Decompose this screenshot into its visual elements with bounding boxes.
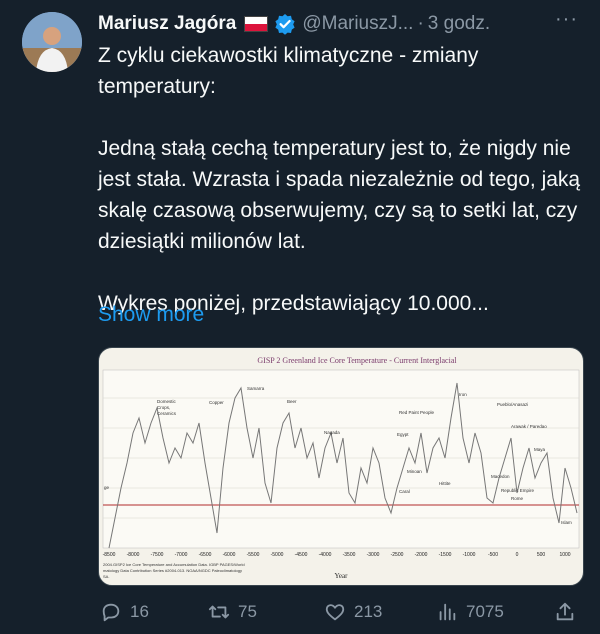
annotation-samarra: Samarra xyxy=(247,386,265,391)
annotation-iron: Iron xyxy=(459,392,467,397)
heart-icon xyxy=(325,604,345,621)
timestamp[interactable]: 3 godz. xyxy=(428,13,490,35)
x-tick: 0 xyxy=(516,552,519,558)
left-axis-label: ge xyxy=(104,485,110,490)
x-tick: -8000 xyxy=(127,552,140,558)
share-button[interactable] xyxy=(554,601,584,623)
poland-flag-icon xyxy=(244,16,269,32)
x-tick: -1500 xyxy=(439,552,452,558)
avatar[interactable] xyxy=(22,12,82,72)
separator-dot: · xyxy=(417,13,424,34)
annotation-rome: Rome xyxy=(511,496,524,501)
verified-badge-icon xyxy=(275,14,295,35)
annotation-republic-empire: Republic Empire xyxy=(501,488,535,493)
x-tick: 1000 xyxy=(559,552,570,558)
annotation-copper: Copper xyxy=(209,400,224,405)
x-tick: -2000 xyxy=(415,552,428,558)
x-tick: -1000 xyxy=(463,552,476,558)
annotation-red-paint-people: Red Paint People xyxy=(399,410,435,415)
annotation-caral: Caral xyxy=(399,489,410,494)
like-button[interactable]: 213 xyxy=(324,601,382,623)
x-axis-title: Year xyxy=(335,572,349,580)
annotation-macedon: Macedon xyxy=(491,474,510,479)
x-tick: -4000 xyxy=(319,552,332,558)
x-tick: -4500 xyxy=(295,552,308,558)
x-tick: -2500 xyxy=(391,552,404,558)
annotation-naqada: Naqada xyxy=(324,430,340,435)
show-more-link[interactable]: Show more xyxy=(98,303,204,327)
annotation-crops: Crops, xyxy=(157,405,170,410)
tweet-header: Mariusz Jagóra @MariuszJ... · 3 godz. xyxy=(98,10,582,38)
reply-count: 16 xyxy=(130,602,149,621)
x-tick: -6000 xyxy=(223,552,236,558)
tweet-actions: 16 75 213 7075 xyxy=(98,596,586,628)
annotation-minoan: Minoan xyxy=(407,469,422,474)
annotation-ceramics: Ceramics xyxy=(157,411,177,416)
views-button[interactable]: 7075 xyxy=(436,601,504,623)
tweet-text: Z cyklu ciekawostki klimatyczne - zmiany… xyxy=(98,40,583,319)
tweet-image[interactable]: GISP 2 Greenland Ice Core Temperature - … xyxy=(98,347,584,586)
x-tick: -7000 xyxy=(175,552,188,558)
chart-title: GISP 2 Greenland Ice Core Temperature - … xyxy=(257,356,457,365)
view-count: 7075 xyxy=(466,602,504,621)
x-tick: 500 xyxy=(537,552,546,558)
annotation-domestic: Domestic xyxy=(157,399,177,404)
x-tick: -8500 xyxy=(103,552,116,558)
x-tick: -3000 xyxy=(367,552,380,558)
more-options-button[interactable]: ··· xyxy=(555,8,578,31)
x-tick: -5000 xyxy=(271,552,284,558)
reply-button[interactable]: 16 xyxy=(100,601,149,623)
retweet-button[interactable]: 75 xyxy=(208,601,257,623)
author-name[interactable]: Mariusz Jagóra xyxy=(98,13,236,35)
reply-icon xyxy=(102,603,120,622)
tweet-paragraph-1: Z cyklu ciekawostki klimatyczne - zmiany… xyxy=(98,44,479,98)
analytics-icon xyxy=(439,603,456,621)
x-tick: -7500 xyxy=(151,552,164,558)
x-tick: -500 xyxy=(488,552,498,558)
source-line-2: matology Data Contribution Series #2004-… xyxy=(103,568,242,573)
x-tick: -5500 xyxy=(247,552,260,558)
annotation-arawak: Arawak / Paredao xyxy=(511,424,547,429)
annotation-hittite: Hittite xyxy=(439,481,451,486)
annotation-beer: Beer xyxy=(287,399,297,404)
x-tick: -6500 xyxy=(199,552,212,558)
x-tick: -3500 xyxy=(343,552,356,558)
source-line-1: 2004.GISP2 Ice Core Temperature and Accu… xyxy=(103,562,245,567)
source-line-3: SA. xyxy=(103,574,109,579)
retweet-count: 75 xyxy=(238,602,257,621)
retweet-icon xyxy=(208,605,230,619)
x-axis-ticks: -8500 -8000 -7500 -7000 -6500 -6000 -550… xyxy=(103,552,571,558)
author-handle[interactable]: @MariuszJ... xyxy=(302,13,413,35)
annotation-pueblo: Pueblo/Anasazi xyxy=(497,402,528,407)
like-count: 213 xyxy=(354,602,383,621)
annotation-islam: Islam xyxy=(561,520,572,525)
annotation-maya: Maya xyxy=(534,447,546,452)
annotation-egypt: Egypt xyxy=(397,432,409,437)
share-icon xyxy=(556,602,574,621)
tweet-paragraph-2: Jedną stałą cechą temperatury jest to, ż… xyxy=(98,137,581,253)
